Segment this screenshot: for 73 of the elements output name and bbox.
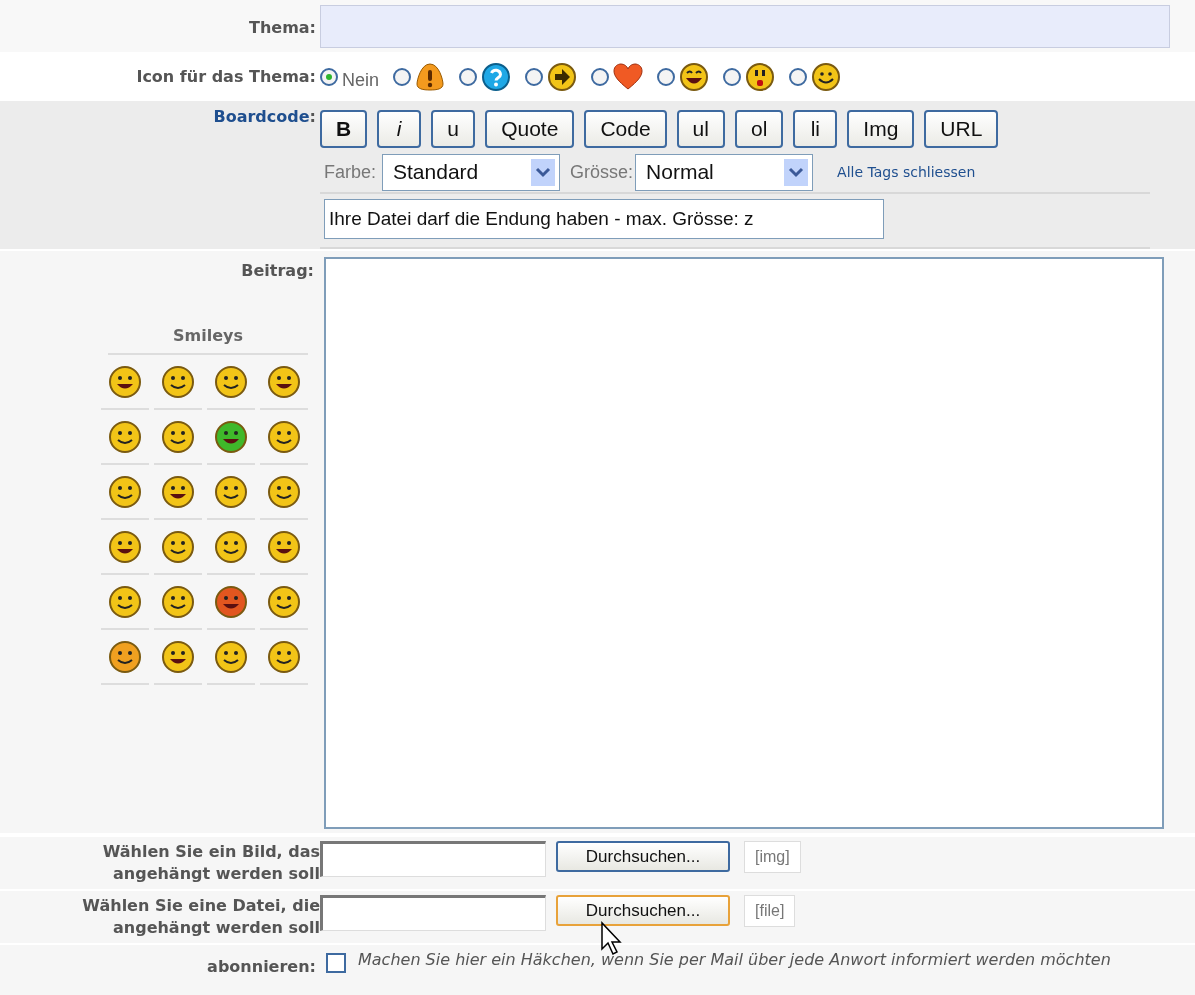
radio-button[interactable]: [459, 67, 478, 86]
format-button[interactable]: Img: [847, 110, 915, 148]
warning-icon: [415, 61, 446, 92]
heart-icon: [613, 61, 644, 92]
smiley-icon[interactable]: [267, 584, 301, 619]
topic-label: Thema:: [247, 17, 317, 39]
smileys-title: Smileys: [108, 326, 308, 355]
radio-button[interactable]: [393, 67, 412, 86]
smiley-icon[interactable]: [267, 474, 301, 509]
smiley-icon[interactable]: [108, 364, 142, 399]
format-button[interactable]: URL: [924, 110, 999, 148]
radio-button[interactable]: [723, 67, 742, 86]
smiley-icon[interactable]: [214, 474, 248, 509]
format-button[interactable]: u: [431, 110, 476, 148]
smiley-icon[interactable]: [108, 529, 142, 564]
smiley-icon[interactable]: [108, 419, 142, 454]
color-label: Farbe:: [324, 161, 377, 183]
smiley-icon[interactable]: [161, 584, 195, 619]
subscribe-label: abonnieren:: [206, 956, 317, 978]
format-button[interactable]: li: [793, 110, 838, 148]
laughing-face-icon: [679, 61, 710, 92]
smiley-icon[interactable]: [267, 419, 301, 454]
radio-button[interactable]: [657, 67, 676, 86]
format-button[interactable]: i: [377, 110, 422, 148]
smiley-icon[interactable]: [267, 529, 301, 564]
smiley-icon[interactable]: [214, 364, 248, 399]
smiley-icon[interactable]: [267, 639, 301, 674]
smiley-icon[interactable]: [161, 529, 195, 564]
color-select[interactable]: Standard: [382, 153, 561, 191]
radio-button[interactable]: [320, 67, 338, 86]
smiley-icon[interactable]: [108, 584, 142, 619]
topic-field[interactable]: [320, 5, 1170, 48]
info-field[interactable]: Ihre Datei darf die Endung haben - max. Grösse: z: [324, 199, 884, 239]
radio-button[interactable]: [591, 67, 610, 86]
smiley-icon[interactable]: [108, 639, 142, 674]
smiley-icon[interactable]: [267, 364, 301, 399]
format-button[interactable]: Quote: [485, 110, 575, 148]
size-select[interactable]: Normal: [635, 153, 814, 191]
smiley-icon[interactable]: [161, 639, 195, 674]
smiley-icon: [811, 61, 842, 92]
close-tags-link[interactable]: Alle Tags schliessen: [837, 164, 976, 180]
attachment-label: Wählen Sie ein Bild, das angehängt werden soll: [101, 841, 320, 885]
subscribe-text: Machen Sie hier ein Häkchen, wenn Sie per Mail über jede Anwort informiert werden möchten: [358, 949, 1112, 970]
browse-button[interactable]: Durchsuchen...: [556, 841, 730, 872]
size-label: Grösse:: [570, 161, 634, 183]
smiley-icon[interactable]: [214, 419, 248, 454]
topic-icon-label: Icon für das Thema:: [135, 66, 317, 88]
radio-button[interactable]: [525, 67, 544, 86]
smiley-icon[interactable]: [108, 474, 142, 509]
post-label: Beitrag:: [241, 261, 315, 280]
boardcode-label: Boardcode: [213, 107, 310, 126]
smiley-icon[interactable]: [161, 364, 195, 399]
option-label: Nein: [342, 70, 380, 91]
attachment-label: Wählen Sie eine Datei, die angehängt werden soll: [81, 895, 320, 939]
smiley-icon[interactable]: [214, 529, 248, 564]
format-button[interactable]: B: [320, 110, 368, 148]
radio-button[interactable]: [789, 67, 808, 86]
file-type-tag: [img]: [744, 841, 801, 873]
colon-label: :: [309, 107, 316, 126]
format-button[interactable]: ul: [676, 110, 725, 148]
browse-button[interactable]: Durchsuchen...: [556, 895, 730, 926]
help-icon: [481, 61, 512, 92]
format-button[interactable]: Code: [584, 110, 667, 148]
smiley-icon[interactable]: [214, 584, 248, 619]
smiley-icon[interactable]: [214, 639, 248, 674]
subscribe-checkbox[interactable]: [326, 953, 346, 973]
smiley-icon[interactable]: [161, 474, 195, 509]
smiley-icon[interactable]: [161, 419, 195, 454]
format-button[interactable]: ol: [734, 110, 784, 148]
file-field[interactable]: [320, 895, 546, 931]
file-type-tag: [file]: [744, 895, 796, 927]
surprised-face-icon: [745, 61, 776, 92]
file-field[interactable]: [320, 841, 546, 877]
